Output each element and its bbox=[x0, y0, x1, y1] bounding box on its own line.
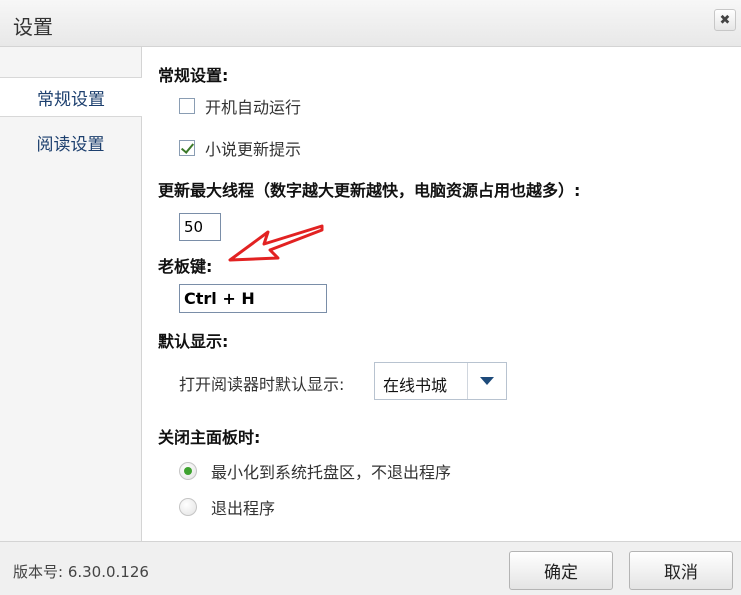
minimize-to-tray-label: 最小化到系统托盘区，不退出程序 bbox=[211, 463, 452, 482]
exit-program-label: 退出程序 bbox=[211, 499, 276, 518]
close-button[interactable]: ✖ bbox=[714, 9, 736, 31]
cancel-button[interactable]: 取消 bbox=[629, 551, 733, 590]
ok-button[interactable]: 确定 bbox=[509, 551, 613, 590]
minimize-to-tray-radio[interactable] bbox=[179, 462, 197, 480]
update-hint-checkbox[interactable] bbox=[179, 140, 195, 156]
close-panel-section-label: 关闭主面板时: bbox=[158, 428, 261, 447]
default-display-section-label: 默认显示: bbox=[158, 332, 229, 351]
general-section-label: 常规设置: bbox=[158, 66, 229, 85]
ok-button-label: 确定 bbox=[544, 563, 578, 583]
footer: 版本号: 6.30.0.126 确定 取消 bbox=[0, 541, 741, 595]
threads-label: 更新最大线程（数字越大更新越快，电脑资源占用也越多）: bbox=[158, 181, 581, 200]
update-hint-label: 小说更新提示 bbox=[205, 140, 302, 159]
close-icon: ✖ bbox=[719, 12, 731, 28]
minimize-to-tray-option[interactable]: 最小化到系统托盘区，不退出程序 bbox=[179, 459, 451, 483]
sidebar-item-general[interactable]: 常规设置 bbox=[0, 77, 142, 117]
threads-input[interactable] bbox=[179, 213, 221, 241]
sidebar-item-label: 阅读设置 bbox=[36, 134, 105, 155]
sidebar-item-label: 常规设置 bbox=[37, 89, 105, 110]
window-title: 设置 bbox=[13, 15, 53, 39]
autostart-option[interactable]: 开机自动运行 bbox=[179, 94, 301, 118]
update-hint-option[interactable]: 小说更新提示 bbox=[179, 136, 301, 160]
cancel-button-label: 取消 bbox=[664, 563, 698, 583]
default-display-value: 在线书城 bbox=[383, 376, 448, 395]
exit-program-radio[interactable] bbox=[179, 498, 197, 516]
chevron-down-icon[interactable] bbox=[467, 363, 506, 399]
red-arrow-icon bbox=[228, 224, 324, 262]
version-label: 版本号: 6.30.0.126 bbox=[13, 563, 149, 581]
default-display-select[interactable]: 在线书城 bbox=[374, 362, 507, 400]
autostart-checkbox[interactable] bbox=[179, 98, 195, 114]
exit-program-option[interactable]: 退出程序 bbox=[179, 495, 275, 519]
title-bar: 设置 ✖ bbox=[0, 0, 741, 47]
autostart-label: 开机自动运行 bbox=[205, 98, 302, 117]
sidebar-item-reading[interactable]: 阅读设置 bbox=[0, 122, 141, 162]
boss-key-label: 老板键: bbox=[158, 257, 213, 276]
boss-key-input[interactable] bbox=[179, 284, 327, 313]
sidebar: 常规设置 阅读设置 bbox=[0, 47, 142, 541]
default-display-prompt: 打开阅读器时默认显示: bbox=[179, 375, 345, 394]
